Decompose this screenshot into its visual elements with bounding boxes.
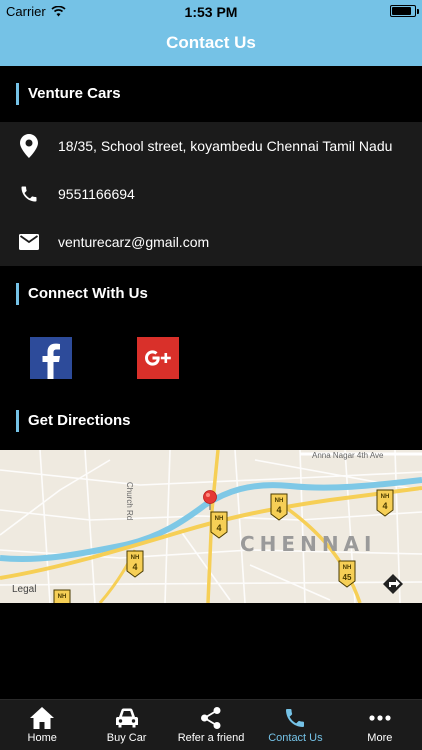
tab-label: Buy Car (106, 732, 147, 744)
address-row[interactable]: 18/35, School street, koyambedu Chennai … (0, 122, 422, 170)
more-icon (369, 715, 391, 721)
nh-prefix-label: NH (381, 494, 390, 500)
tab-home[interactable]: Home (0, 700, 84, 750)
nh-shield: NH 4 (376, 489, 394, 517)
map-road-label: Church Rd (125, 482, 134, 520)
tab-bar: Home Buy Car Refer a friend Contact Us M… (0, 699, 422, 750)
nh-shield: NH 4 (270, 493, 288, 521)
phone-icon (21, 186, 37, 202)
nh-number-label: 45 (343, 573, 352, 582)
nh-shield: NH (53, 589, 71, 603)
share-icon (201, 707, 221, 729)
tab-label: Contact Us (268, 732, 323, 744)
tab-buy-car[interactable]: Buy Car (84, 700, 168, 750)
nh-number-label: 4 (382, 501, 387, 511)
tab-label: More (367, 732, 393, 744)
nav-header: Carrier 1:53 PM Contact Us (0, 0, 422, 66)
tab-more[interactable]: More (338, 700, 422, 750)
car-icon (115, 708, 138, 728)
location-pin-icon (20, 134, 38, 158)
page-title: Contact Us (166, 33, 256, 52)
tab-label: Home (27, 732, 57, 744)
facebook-button[interactable] (30, 337, 72, 379)
nh-shield: NH 4 (210, 511, 228, 539)
nh-prefix-label: NH (343, 565, 352, 571)
email-text: venturecarz@gmail.com (58, 234, 210, 250)
map-city-label: CHENNAI (240, 532, 376, 556)
tab-label: Refer a friend (177, 732, 245, 744)
nh-shield: NH 45 (338, 560, 356, 588)
nh-shield: NH 4 (126, 550, 144, 578)
nh-prefix-label: NH (131, 555, 140, 561)
address-text: 18/35, School street, koyambedu Chennai … (58, 138, 393, 154)
phone-row[interactable]: 9551166694 (0, 170, 422, 218)
status-bar: Carrier 1:53 PM (0, 0, 422, 22)
email-row[interactable]: venturecarz@gmail.com (0, 218, 422, 266)
facebook-icon (42, 343, 60, 379)
nh-prefix-label: NH (58, 594, 67, 600)
phone-icon (286, 709, 305, 727)
tab-refer-friend[interactable]: Refer a friend (169, 700, 253, 750)
nh-number-label: 4 (216, 523, 221, 533)
status-time: 1:53 PM (184, 4, 238, 20)
business-name: Venture Cars (16, 83, 121, 105)
contact-info-block: 18/35, School street, koyambedu Chennai … (0, 122, 422, 266)
nh-number-label: 4 (132, 562, 137, 572)
email-icon (19, 234, 39, 250)
home-icon (30, 707, 55, 729)
tab-contact-us[interactable]: Contact Us (253, 700, 337, 750)
nh-prefix-label: NH (215, 516, 224, 522)
directions-title: Get Directions (16, 410, 131, 432)
nh-number-label: 4 (276, 505, 281, 515)
map-view[interactable]: NH 4 NH 4 NH 4 NH 4 NH 45 NH CHENNAI Ann… (0, 450, 422, 603)
map-road-label: Anna Nagar 4th Ave (312, 451, 384, 460)
connect-title: Connect With Us (16, 283, 148, 305)
phone-text: 9551166694 (58, 186, 135, 202)
map-canvas: NH 4 NH 4 NH 4 NH 4 NH 45 NH CHENNAI Ann… (0, 450, 422, 603)
google-plus-icon (145, 350, 171, 366)
google-plus-button[interactable] (137, 337, 179, 379)
nh-prefix-label: NH (275, 498, 284, 504)
battery-icon (390, 5, 419, 17)
map-legal-link[interactable]: Legal (12, 584, 36, 595)
